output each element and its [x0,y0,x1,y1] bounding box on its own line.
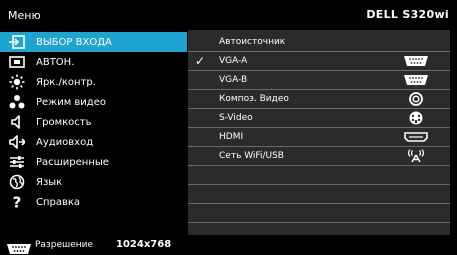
osd-header: Меню DELL S320wi [0,0,457,30]
menu-title: Меню [8,9,41,22]
sidebar-item-language[interactable]: Язык [0,172,187,192]
submenu-item-label: VGA-A [219,56,248,66]
submenu-item-composite-video[interactable]: Композ. Видео [188,90,450,109]
sidebar-item-label: Ярк./контр. [36,76,96,88]
vga-connector-icon [6,240,32,254]
submenu-empty-row [188,166,450,185]
s-video-icon [402,111,430,125]
sidebar-item-volume[interactable]: Громкость [0,112,187,132]
sidebar-item-input-select[interactable]: ВЫБОР ВХОДА [0,32,187,52]
auto-adjust-icon [8,53,26,71]
submenu-item-label: Сеть WiFi/USB [219,151,284,161]
submenu-item-vga-a[interactable]: ✓ VGA-A [188,52,450,71]
sidebar-item-auto-adjust[interactable]: АВТОН. [0,52,187,72]
submenu-item-label: VGA-B [219,75,248,85]
submenu-item-label: S-Video [219,113,253,123]
composite-video-icon [402,92,430,106]
input-select-icon [8,33,26,51]
projector-model: DELL S320wi [366,8,449,21]
sidebar-item-label: ВЫБОР ВХОДА [36,36,112,48]
video-mode-icon [8,93,26,111]
vga-connector-icon [402,54,430,68]
sidebar-item-help[interactable]: ? Справка [0,192,187,212]
sidebar-item-label: Режим видео [36,96,106,108]
submenu-empty-row [188,204,450,223]
resolution-value: 1024x768 [116,239,172,250]
speaker-icon [8,113,26,131]
submenu-empty-row [188,185,450,204]
hdmi-icon [402,130,430,144]
checkmark-icon: ✓ [195,54,206,68]
sidebar-item-label: Язык [36,176,63,188]
submenu-item-label: HDMI [219,132,244,142]
sidebar-item-video-mode[interactable]: Режим видео [0,92,187,112]
sidebar-item-label: Справка [36,196,81,208]
sidebar-item-label: Громкость [36,116,92,128]
submenu-item-network-wifi-usb[interactable]: Сеть WiFi/USB [188,147,450,166]
advanced-settings-icon [8,153,26,171]
wifi-antenna-icon [402,149,430,163]
input-select-submenu: Автоисточник ✓ VGA-A VGA-B Композ. Видео… [188,30,450,235]
sidebar-item-label: Расширенные [36,156,109,168]
submenu-item-hdmi[interactable]: HDMI [188,128,450,147]
sidebar-item-brightness[interactable]: Ярк./контр. [0,72,187,92]
main-menu-sidebar: ВЫБОР ВХОДА АВТОН. Ярк./контр. Режим вид… [0,30,187,235]
submenu-item-auto-source[interactable]: Автоисточник [188,33,450,52]
sidebar-item-label: Аудиовход [36,136,94,148]
sidebar-item-label: АВТОН. [36,56,75,68]
sidebar-item-audio-input[interactable]: Аудиовход [0,132,187,152]
submenu-item-vga-b[interactable]: VGA-B [188,71,450,90]
status-bar: Разрешение 1024x768 [0,235,457,255]
audio-input-icon [8,133,26,151]
language-globe-icon [8,173,26,191]
resolution-label: Разрешение [35,240,94,250]
brightness-icon [8,73,26,91]
submenu-item-label: Автоисточник [219,37,286,47]
help-question-icon: ? [8,193,26,211]
sidebar-item-advanced-settings[interactable]: Расширенные [0,152,187,172]
vga-connector-icon [402,73,430,87]
svg-text:?: ? [13,194,22,210]
submenu-item-s-video[interactable]: S-Video [188,109,450,128]
submenu-item-label: Композ. Видео [219,94,289,104]
projector-osd-menu: Меню DELL S320wi ВЫБОР ВХОДА АВТОН. Ярк.… [0,0,457,255]
